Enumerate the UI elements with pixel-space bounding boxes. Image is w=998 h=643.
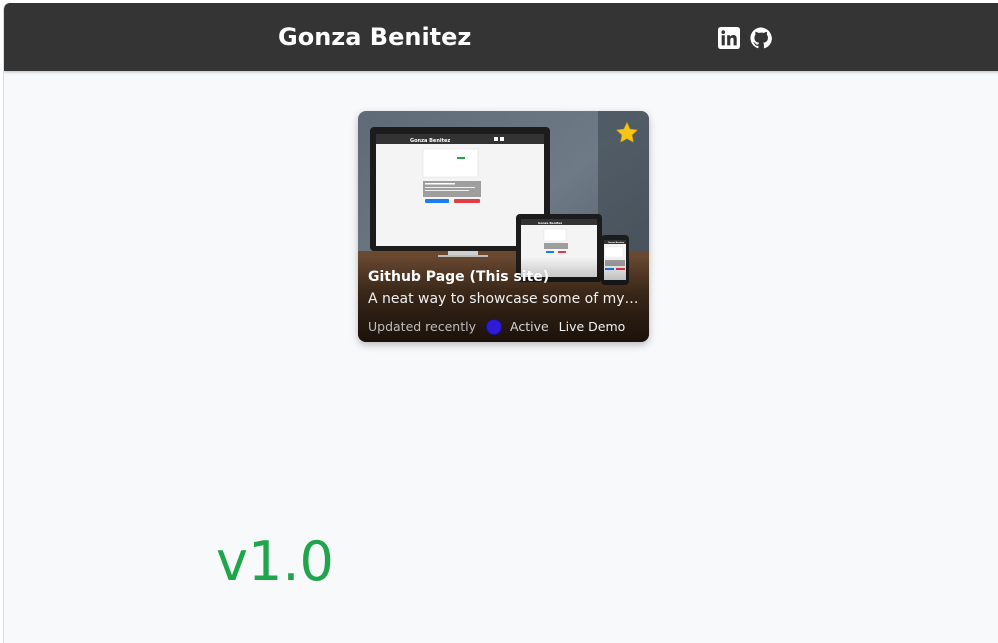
- live-demo-link[interactable]: Live Demo: [559, 318, 626, 336]
- card-description: A neat way to showcase some of my …: [368, 291, 640, 307]
- github-icon[interactable]: [750, 27, 772, 49]
- navbar: Gonza Benitez: [4, 3, 998, 71]
- version-label: v1.0: [216, 530, 334, 593]
- app-frame: Gonza Benitez Gonza Benitez Gonza Benite…: [3, 3, 998, 643]
- social-links: [718, 27, 772, 49]
- status-dot: [486, 319, 502, 335]
- tablet-screen-title: Gonza Benitez: [538, 221, 562, 225]
- laptop-screen-title: Gonza Benitez: [410, 138, 450, 144]
- brand-title[interactable]: Gonza Benitez: [278, 21, 471, 53]
- linkedin-icon[interactable]: [718, 27, 740, 49]
- star-icon[interactable]: [615, 121, 639, 145]
- card-title: Github Page (This site): [368, 269, 550, 285]
- status-label: Active: [510, 319, 549, 334]
- updated-label: Updated recently: [368, 319, 476, 334]
- project-card[interactable]: Gonza Benitez Gonza Benitez Gonza Benite…: [358, 111, 649, 342]
- card-meta: Updated recently Active Live Demo: [368, 318, 625, 336]
- phone-screen-title: Gonza Benitez: [608, 241, 625, 244]
